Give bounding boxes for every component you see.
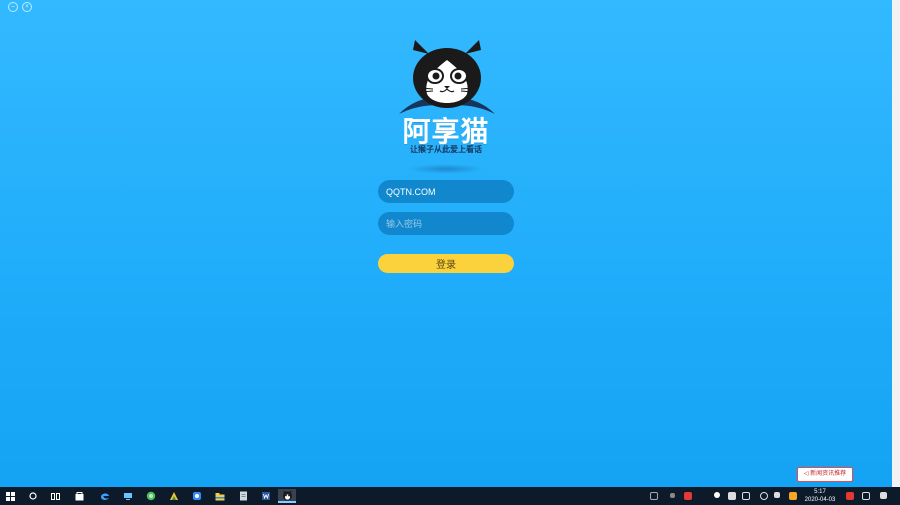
green-ball-icon	[146, 491, 156, 501]
windows-logo-icon	[5, 491, 15, 501]
blue-app-icon	[193, 492, 201, 500]
brand-slogan: 让猴子从此爱上看话	[410, 145, 482, 154]
taskbar-app-word[interactable]	[259, 489, 273, 503]
taskbar-app-docs[interactable]	[236, 489, 250, 503]
tray-monitor-icon[interactable]	[728, 492, 736, 500]
clock-date: 2020-04-03	[804, 497, 836, 503]
action-center-icon[interactable]	[880, 492, 887, 499]
cortana-circle-icon	[29, 492, 37, 500]
taskbar: 5:17 2020-04-03	[0, 487, 900, 505]
cat-logo-icon	[399, 40, 495, 114]
task-view-icon	[50, 492, 60, 500]
tray-window-icon[interactable]	[862, 492, 870, 500]
news-notice-badge[interactable]: ◁ 新闻资讯推荐	[797, 467, 853, 482]
desktop-screen: – × 阿享猫 让猴子从此爱上看话 QQTN.COM 登录 ◁ 新闻资讯推荐 5…	[0, 0, 900, 505]
word-icon	[262, 492, 270, 500]
taskbar-clock[interactable]: 5:17 2020-04-03	[802, 488, 838, 504]
tray-volume-icon[interactable]	[774, 492, 780, 498]
edge-browser-icon	[101, 493, 109, 500]
task-view-button[interactable]	[48, 489, 62, 503]
tray-red-app-icon[interactable]	[684, 492, 692, 500]
taskbar-app-green[interactable]	[144, 489, 158, 503]
store-icon	[75, 491, 83, 500]
tray-alert-icon[interactable]	[846, 492, 854, 500]
clock-time: 5:17	[814, 489, 826, 495]
cortana-button[interactable]	[26, 489, 40, 503]
tray-cloud-icon[interactable]	[714, 492, 720, 498]
taskbar-app-network[interactable]	[121, 489, 135, 503]
start-button[interactable]	[3, 489, 17, 503]
right-edge-strip	[892, 0, 900, 487]
tray-people-icon[interactable]	[650, 492, 658, 500]
logo-shadow	[408, 164, 484, 174]
monitor-network-icon	[124, 493, 132, 500]
taskbar-app-explorer[interactable]	[213, 489, 227, 503]
close-icon[interactable]: ×	[22, 2, 32, 12]
window-controls: – ×	[8, 2, 32, 12]
tray-chevron-up-icon[interactable]	[670, 493, 675, 498]
taskbar-app-store[interactable]	[72, 489, 86, 503]
folder-icon	[215, 492, 225, 500]
login-button[interactable]: 登录	[378, 254, 514, 273]
taskbar-app-edge[interactable]	[98, 489, 112, 503]
tray-usb-icon[interactable]	[742, 492, 750, 500]
account-field[interactable]	[378, 180, 514, 203]
tool-icon	[170, 492, 178, 500]
tray-input-method-icon[interactable]	[789, 492, 797, 500]
password-field[interactable]	[378, 212, 514, 235]
cat-logo	[393, 38, 501, 178]
minimize-icon[interactable]: –	[8, 2, 18, 12]
tray-network-icon[interactable]	[760, 492, 768, 500]
cat-app-icon	[282, 490, 292, 500]
taskbar-app-tool[interactable]	[167, 489, 181, 503]
taskbar-app-axiangmao[interactable]	[278, 489, 296, 503]
app-window: – × 阿享猫 让猴子从此爱上看话 QQTN.COM 登录	[0, 0, 892, 487]
document-icon	[239, 491, 247, 501]
taskbar-app-blue[interactable]	[190, 489, 204, 503]
